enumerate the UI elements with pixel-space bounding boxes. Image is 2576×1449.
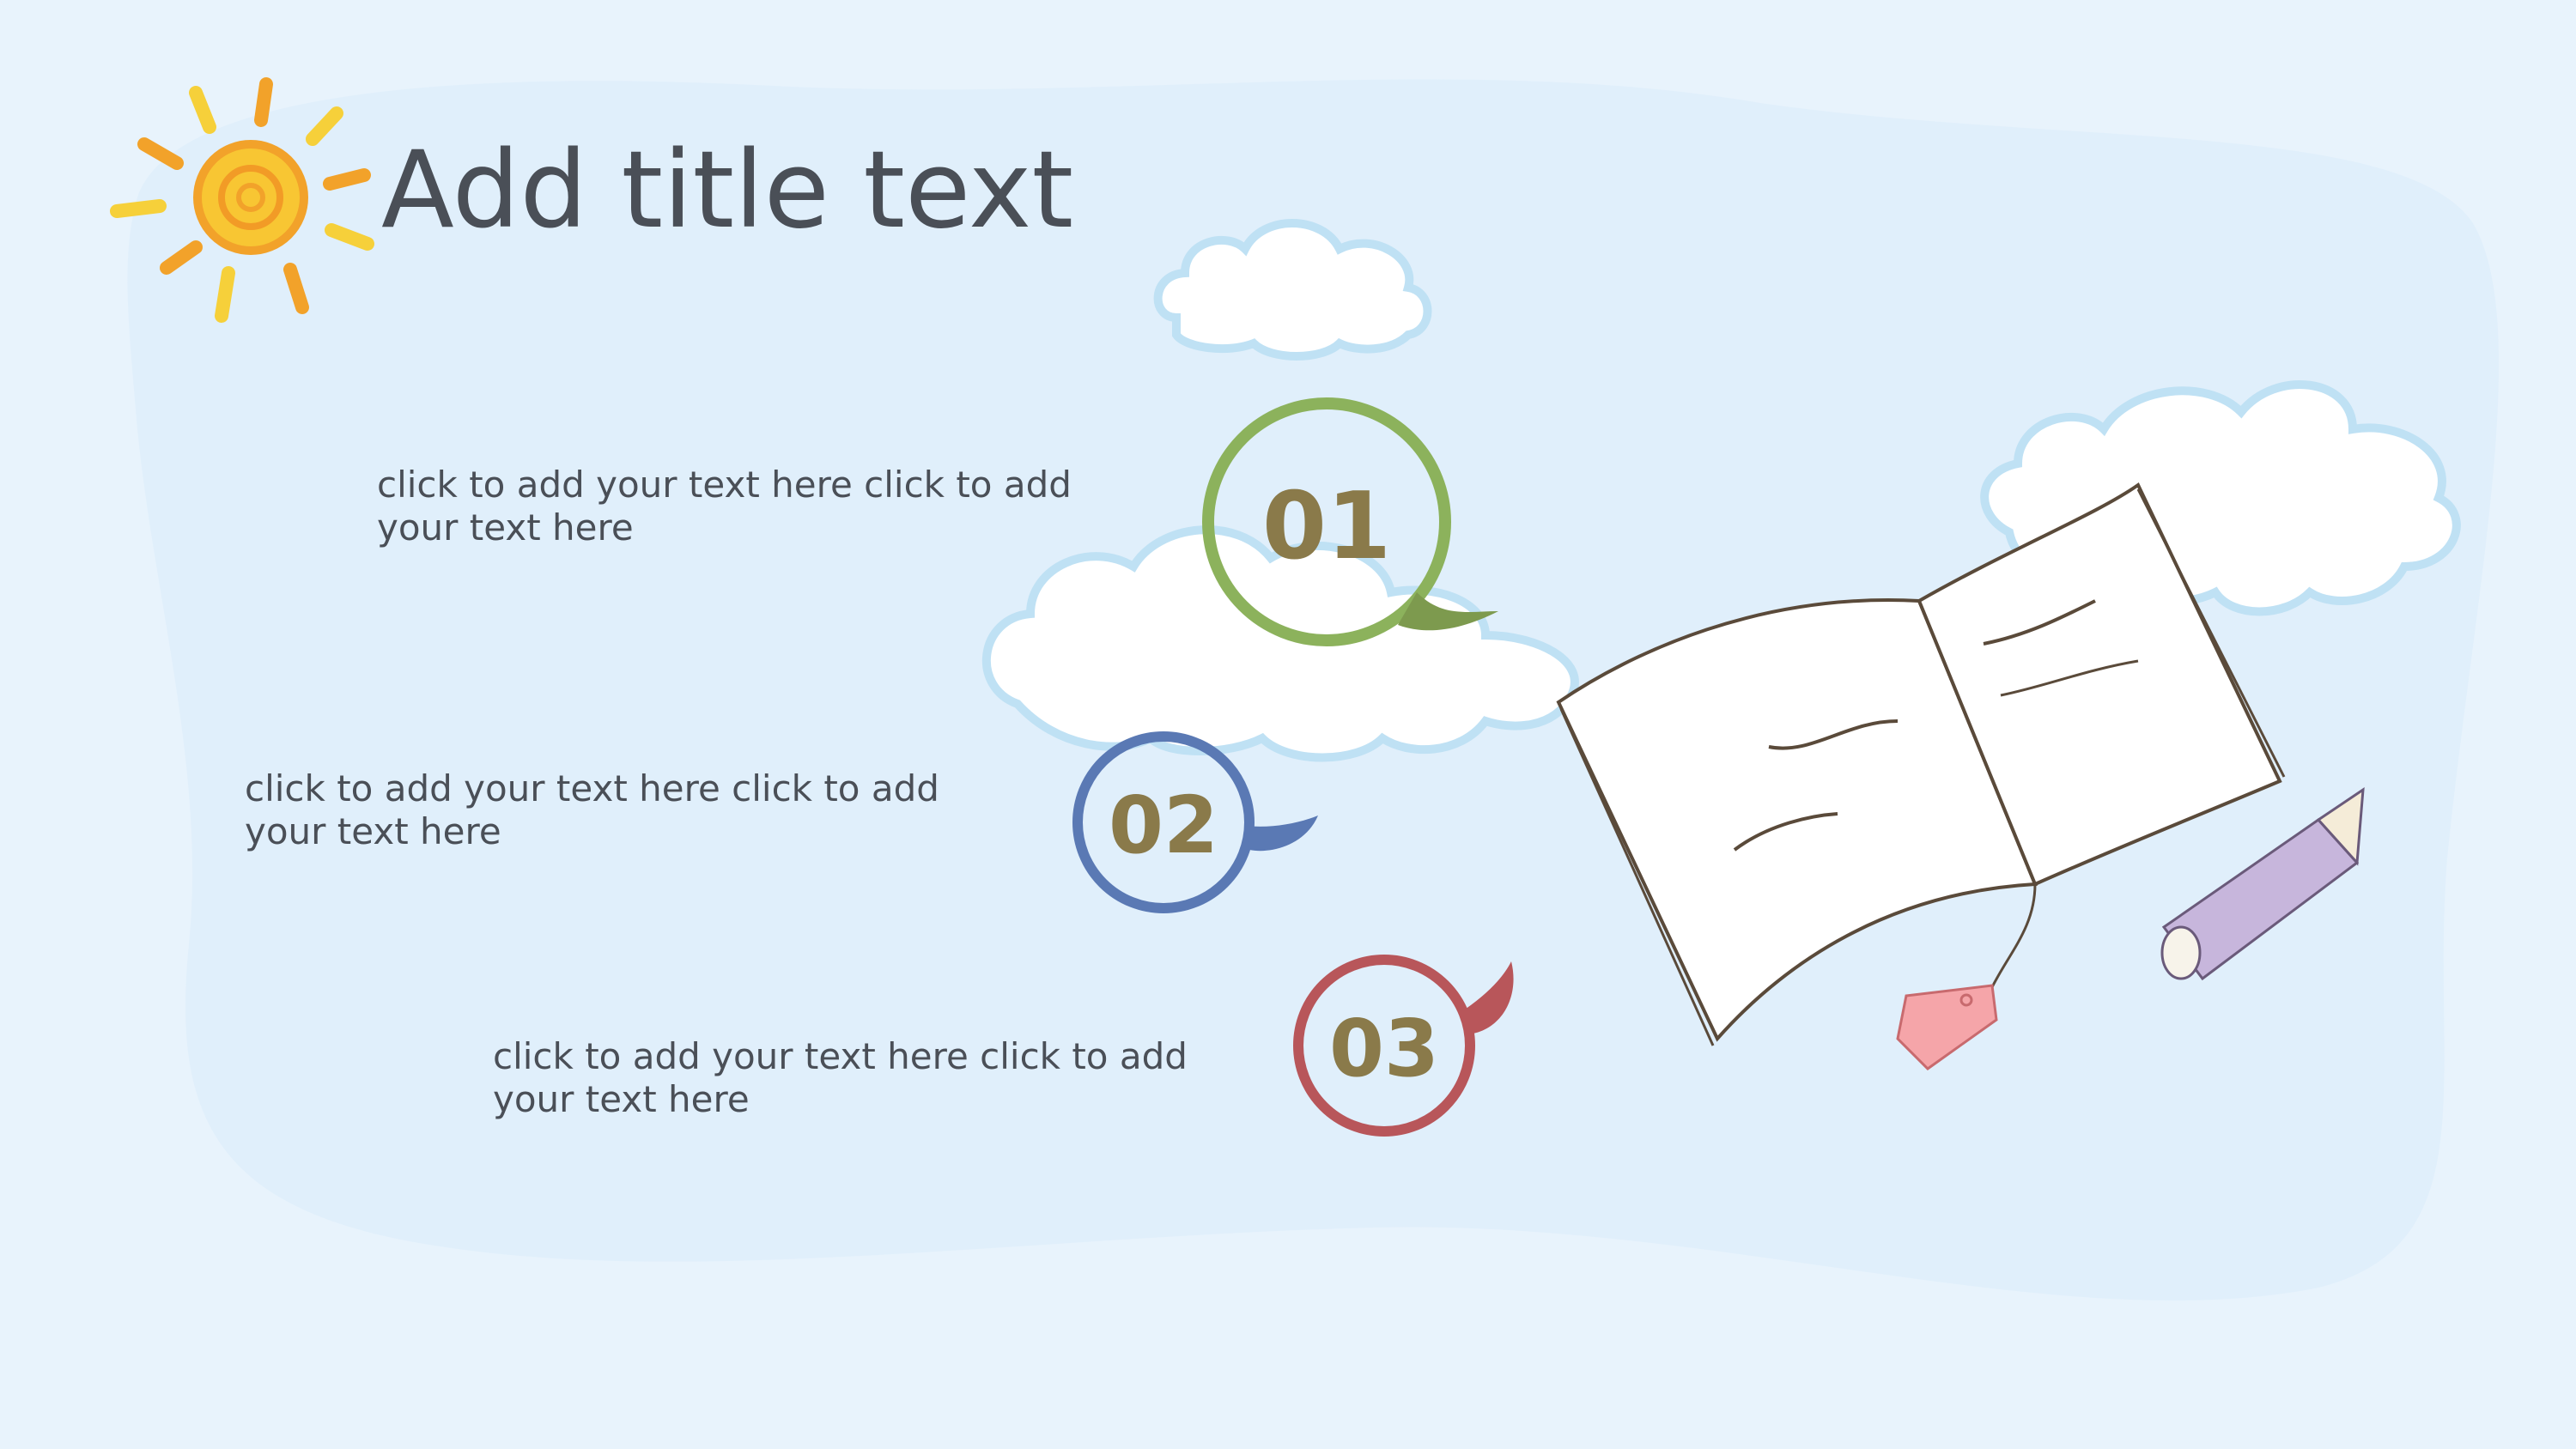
item-number-03: 03 xyxy=(1328,1003,1440,1094)
slide-title[interactable]: Add title text xyxy=(381,137,1073,244)
item-text-01[interactable]: click to add your text here click to add… xyxy=(377,464,1150,549)
item-number-01: 01 xyxy=(1261,473,1392,580)
slide: Add title text click to add your text he… xyxy=(0,0,2576,1449)
item-text-03[interactable]: click to add your text here click to add… xyxy=(493,1035,1266,1121)
item-text-02[interactable]: click to add your text here click to add… xyxy=(245,767,1018,853)
item-number-02: 02 xyxy=(1108,779,1219,871)
